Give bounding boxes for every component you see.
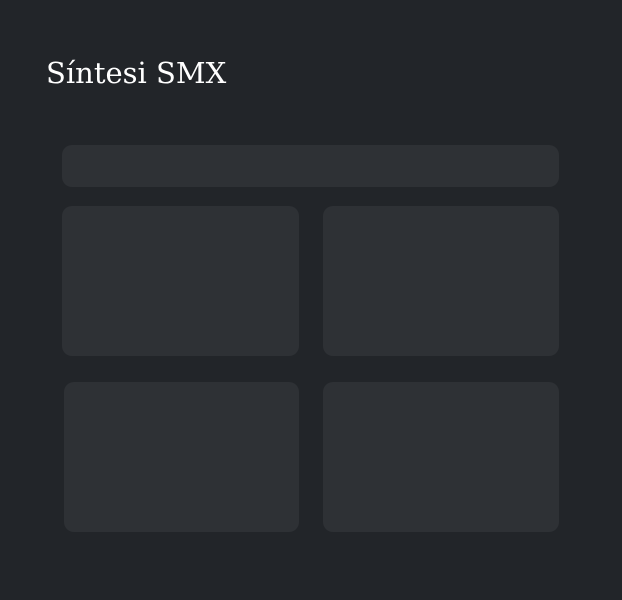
card-placeholder-1 (62, 206, 299, 356)
card-placeholder-2 (323, 206, 559, 356)
card-placeholder-3 (64, 382, 299, 532)
top-bar-placeholder (62, 145, 559, 187)
card-placeholder-4 (323, 382, 559, 532)
page-title: Síntesi SMX (46, 56, 227, 90)
